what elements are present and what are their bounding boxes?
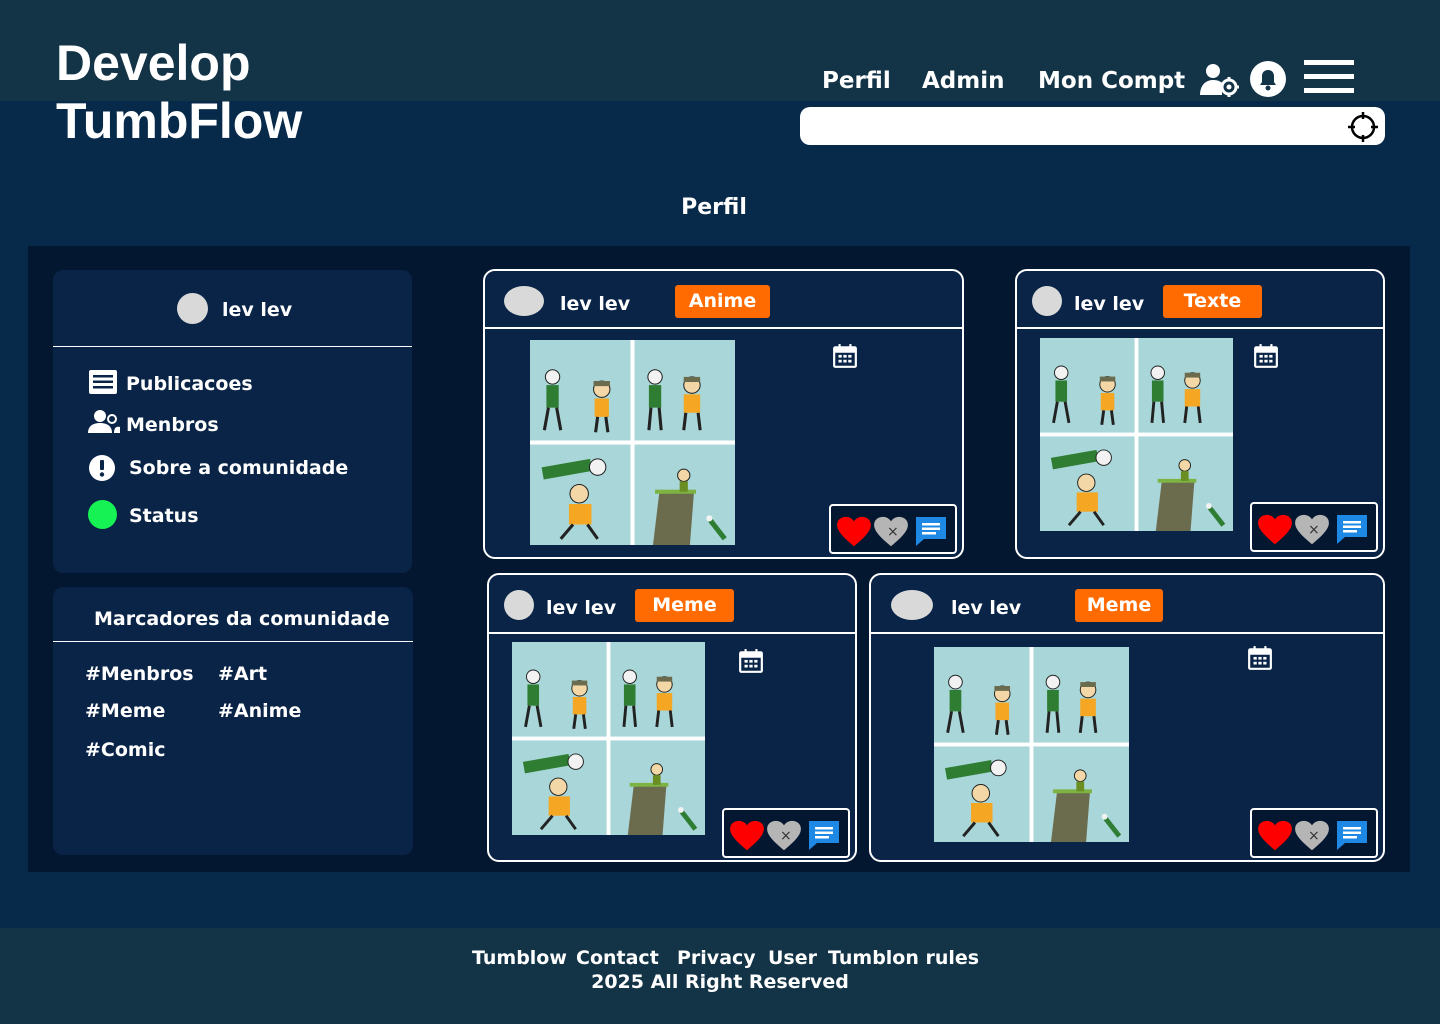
status-dot: [88, 500, 117, 529]
hamburger-menu-icon[interactable]: [1304, 60, 1354, 98]
nav-perfil[interactable]: Perfil: [822, 68, 891, 94]
calendar-icon[interactable]: [832, 343, 858, 373]
post-username: lev lev: [546, 597, 617, 619]
menu-label: Status: [129, 505, 199, 527]
search-bar: [800, 107, 1385, 145]
tags-title: Marcadores da comunidade: [94, 608, 390, 630]
svg-text:×: ×: [887, 524, 899, 540]
footer-link-contact[interactable]: Contact: [576, 947, 659, 969]
menu-label: Publicacoes: [126, 373, 253, 395]
comment-icon[interactable]: [914, 515, 948, 551]
post-username: lev lev: [1074, 293, 1145, 315]
profile-username: lev lev: [222, 299, 293, 321]
tag-meme[interactable]: #Meme: [85, 700, 165, 722]
calendar-icon[interactable]: [1253, 343, 1279, 373]
menu-label: Menbros: [126, 414, 219, 436]
category-badge[interactable]: Texte: [1163, 285, 1262, 318]
post-card[interactable]: lev lev Texte ×: [1015, 269, 1385, 559]
bell-icon[interactable]: [1249, 60, 1287, 102]
avatar: [177, 293, 208, 324]
divider: [53, 641, 413, 642]
avatar: [1032, 286, 1062, 316]
post-card[interactable]: lev lev Anime ×: [483, 269, 964, 559]
avatar: [504, 286, 544, 316]
info-icon: [88, 454, 116, 486]
post-actions: ×: [722, 808, 850, 858]
calendar-icon[interactable]: [1247, 645, 1273, 675]
search-input[interactable]: [800, 107, 1330, 145]
comment-icon[interactable]: [1335, 819, 1369, 855]
post-card[interactable]: lev lev Meme ×: [487, 573, 857, 862]
svg-text:×: ×: [1308, 522, 1320, 538]
app-title-line2: TumbFlow: [56, 93, 303, 149]
broken-heart-icon[interactable]: ×: [766, 820, 802, 856]
divider: [53, 346, 412, 347]
footer-link-user[interactable]: User: [768, 947, 817, 969]
app-logo[interactable]: Develop TumbFlow: [56, 34, 302, 150]
broken-heart-icon[interactable]: ×: [873, 516, 909, 552]
tags-panel: Marcadores da comunidade #Menbros #Art #…: [53, 587, 413, 855]
svg-text:×: ×: [1308, 828, 1320, 844]
broken-heart-icon[interactable]: ×: [1294, 514, 1330, 550]
nav-admin[interactable]: Admin: [922, 68, 1005, 94]
heart-icon[interactable]: [1257, 514, 1293, 550]
tag-anime[interactable]: #Anime: [218, 700, 301, 722]
category-badge[interactable]: Meme: [1075, 589, 1163, 622]
post-actions: ×: [1250, 502, 1378, 552]
post-username: lev lev: [560, 293, 631, 315]
post-actions: ×: [829, 504, 957, 554]
heart-icon[interactable]: [836, 516, 872, 552]
heart-icon[interactable]: [729, 820, 765, 856]
app-title-line1: Develop: [56, 35, 251, 91]
heart-icon[interactable]: [1257, 820, 1293, 856]
post-username: lev lev: [951, 597, 1022, 619]
users-icon: [88, 410, 120, 438]
avatar: [891, 590, 933, 620]
calendar-icon[interactable]: [738, 648, 764, 678]
copyright: 2025 All Right Reserved: [591, 971, 849, 993]
divider: [1017, 327, 1383, 329]
svg-text:×: ×: [780, 828, 792, 844]
page-title: Perfil: [681, 195, 747, 220]
tag-comic[interactable]: #Comic: [85, 739, 166, 761]
category-badge[interactable]: Meme: [635, 589, 734, 622]
divider: [489, 632, 855, 634]
tag-menbros[interactable]: #Menbros: [85, 663, 194, 685]
category-badge[interactable]: Anime: [675, 285, 770, 318]
comic-image[interactable]: [506, 642, 711, 835]
post-actions: ×: [1250, 808, 1378, 858]
nav-account[interactable]: Mon Compt: [1038, 68, 1185, 94]
comic-image[interactable]: [1034, 338, 1239, 531]
list-icon: [88, 369, 118, 399]
footer-link-tumblow[interactable]: Tumblow: [472, 947, 567, 969]
avatar: [504, 590, 534, 620]
comment-icon[interactable]: [1335, 513, 1369, 549]
broken-heart-icon[interactable]: ×: [1294, 820, 1330, 856]
profile-panel: lev lev Publicacoes Menbros Sobre a comu…: [53, 270, 412, 573]
crosshair-icon[interactable]: [1347, 111, 1379, 147]
divider: [485, 327, 962, 329]
comic-image[interactable]: [524, 340, 741, 545]
user-settings-icon[interactable]: [1200, 63, 1240, 101]
comment-icon[interactable]: [807, 819, 841, 855]
menu-label: Sobre a comunidade: [129, 457, 349, 479]
tag-art[interactable]: #Art: [218, 663, 267, 685]
comic-image[interactable]: [928, 647, 1135, 842]
footer-link-privacy[interactable]: Privacy: [677, 947, 756, 969]
divider: [871, 632, 1383, 634]
footer-link-rules[interactable]: Tumblon rules: [828, 947, 979, 969]
post-card[interactable]: lev lev Meme ×: [869, 573, 1385, 862]
